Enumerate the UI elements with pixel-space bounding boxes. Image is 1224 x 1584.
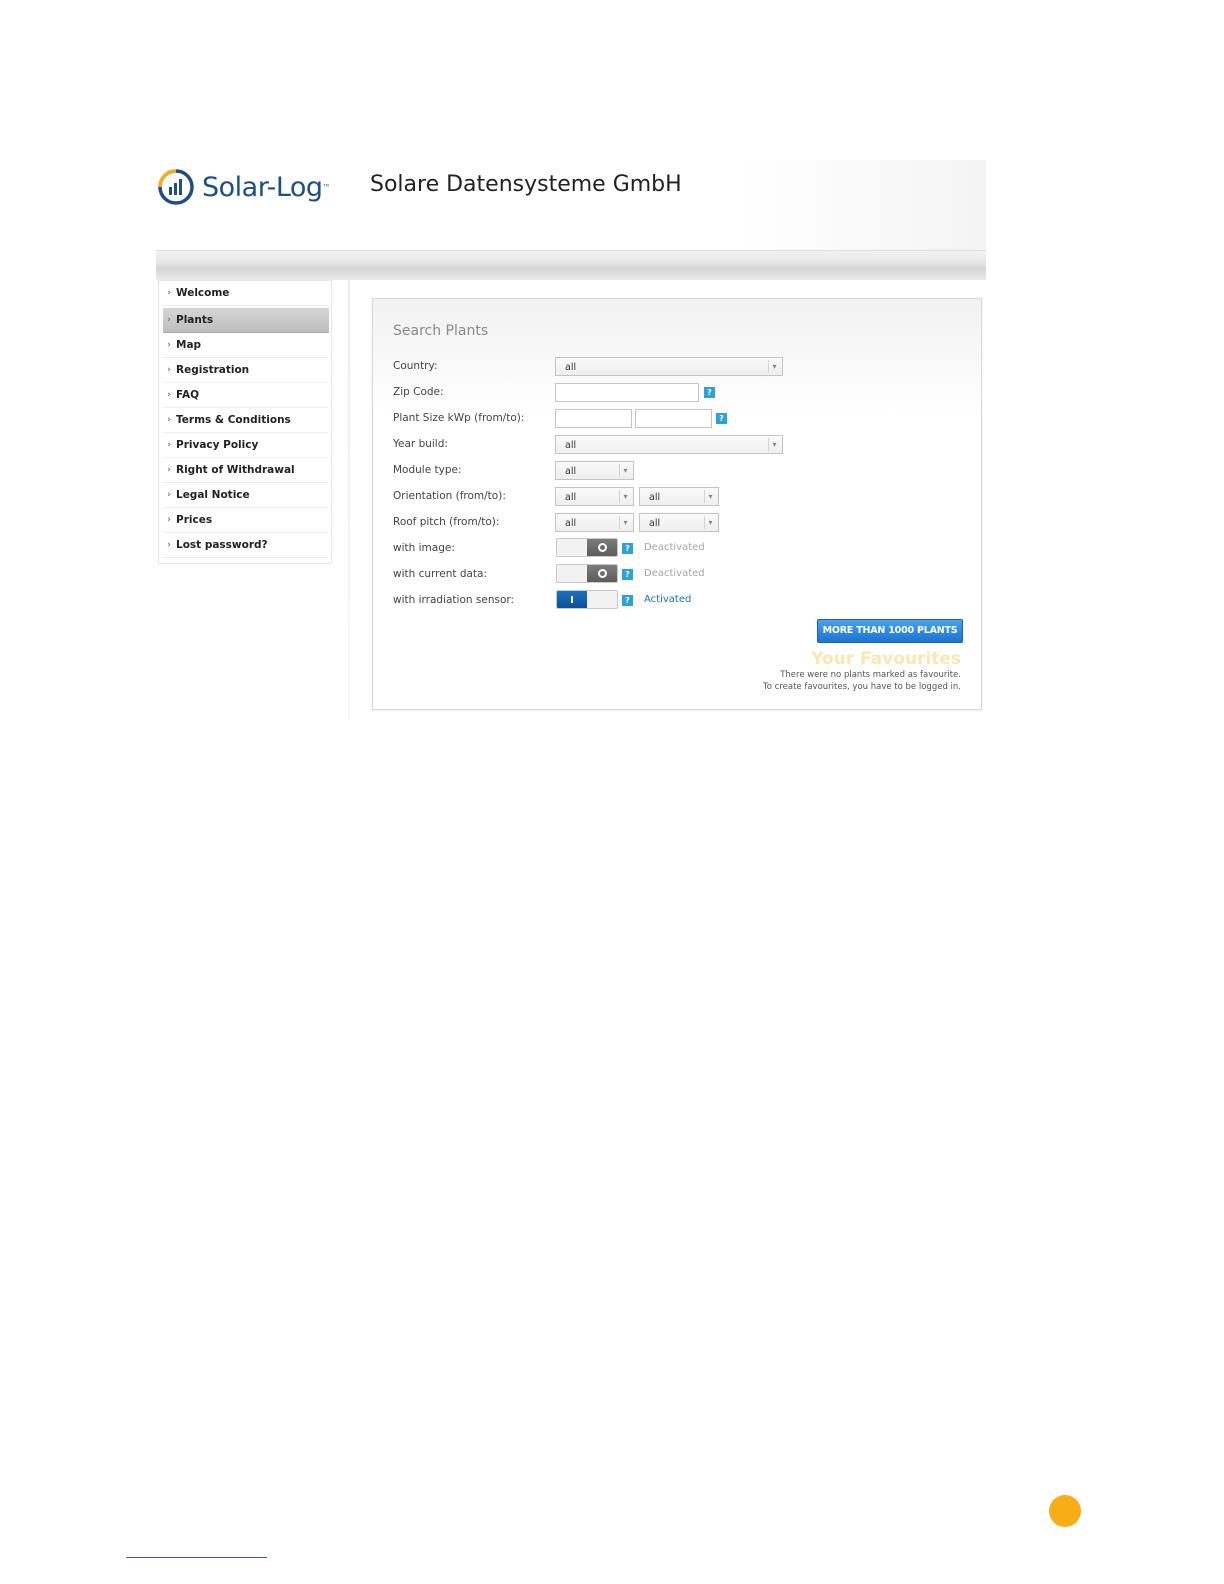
sidebar-item-label: Welcome <box>176 287 230 299</box>
plant-size-from-input[interactable] <box>555 409 632 428</box>
with-current-data-status: Deactivated <box>644 568 705 579</box>
search-plants-panel: Search Plants Country: all ▾ Zip Code: ?… <box>372 298 982 710</box>
sidebar-menu: › Welcome › Plants › Map › Registration … <box>158 280 332 564</box>
logo-trademark: ™ <box>322 182 331 192</box>
roof-pitch-label: Roof pitch (from/to): <box>393 516 500 528</box>
site-header: Solar-Log ™ Solare Datensysteme GmbH <box>156 160 986 252</box>
orientation-to-value: all <box>649 492 661 503</box>
help-icon[interactable]: ? <box>622 543 633 554</box>
logo-mark-icon <box>156 167 196 207</box>
sidebar-item-terms[interactable]: › Terms & Conditions <box>163 408 329 433</box>
chevron-down-icon: ▾ <box>768 360 780 373</box>
help-icon[interactable]: ? <box>622 595 633 606</box>
sidebar-item-faq[interactable]: › FAQ <box>163 383 329 408</box>
orientation-from-select[interactable]: all ▾ <box>555 487 634 506</box>
toggle-off-knob <box>587 565 617 582</box>
sidebar-item-map[interactable]: › Map <box>163 333 329 358</box>
with-current-data-label: with current data: <box>393 568 488 580</box>
sidebar-item-privacy[interactable]: › Privacy Policy <box>163 433 329 458</box>
with-image-label: with image: <box>393 542 455 554</box>
document-page: Solar-Log ™ Solare Datensysteme GmbH › W… <box>0 0 1224 1584</box>
year-build-select[interactable]: all ▾ <box>555 435 783 454</box>
toggle-off-knob <box>587 539 617 556</box>
roof-pitch-to-value: all <box>649 518 661 529</box>
chevron-right-icon: › <box>167 390 171 400</box>
sidebar-item-label: Map <box>176 339 202 351</box>
sidebar-item-label: Prices <box>176 514 213 526</box>
navigation-bar <box>156 250 986 280</box>
sidebar-item-lost-password[interactable]: › Lost password? <box>163 533 329 558</box>
sidebar-item-label: Lost password? <box>176 539 268 551</box>
roof-pitch-from-select[interactable]: all ▾ <box>555 513 634 532</box>
country-label: Country: <box>393 360 438 372</box>
sidebar-item-label: FAQ <box>176 389 200 401</box>
plant-size-label: Plant Size kWp (from/to): <box>393 412 525 424</box>
toggle-on-knob <box>557 591 587 608</box>
zip-code-label: Zip Code: <box>393 386 444 398</box>
with-image-toggle[interactable] <box>556 538 618 557</box>
logo-text: Solar-Log <box>202 171 323 203</box>
orientation-to-select[interactable]: all ▾ <box>639 487 719 506</box>
column-divider <box>348 280 350 720</box>
chevron-down-icon: ▾ <box>619 464 631 477</box>
sidebar-item-label: Privacy Policy <box>176 439 259 451</box>
with-irradiation-sensor-status: Activated <box>644 594 692 605</box>
with-irradiation-sensor-label: with irradiation sensor: <box>393 594 515 606</box>
more-than-1000-plants-button[interactable]: MORE THAN 1000 PLANTS <box>817 619 963 643</box>
favourites-title: Your Favourites <box>811 649 961 669</box>
sidebar-item-prices[interactable]: › Prices <box>163 508 329 533</box>
country-select-value: all <box>565 362 577 373</box>
sidebar-item-label: Registration <box>176 364 250 376</box>
module-type-select[interactable]: all ▾ <box>555 461 634 480</box>
chevron-down-icon: ▾ <box>619 516 631 529</box>
panel-title: Search Plants <box>393 323 489 339</box>
sidebar-item-plants[interactable]: › Plants <box>163 308 329 333</box>
page-marker-dot <box>1049 1495 1081 1527</box>
chevron-right-icon: › <box>167 540 171 550</box>
chevron-right-icon: › <box>167 315 171 325</box>
help-icon[interactable]: ? <box>704 387 715 398</box>
chevron-right-icon: › <box>167 440 171 450</box>
country-select[interactable]: all ▾ <box>555 357 783 376</box>
chevron-down-icon: ▾ <box>704 516 716 529</box>
plant-size-to-input[interactable] <box>635 409 712 428</box>
sidebar-item-withdrawal[interactable]: › Right of Withdrawal <box>163 458 329 483</box>
chevron-right-icon: › <box>167 490 171 500</box>
with-irradiation-sensor-toggle[interactable] <box>556 590 618 609</box>
chevron-right-icon: › <box>167 515 171 525</box>
sidebar-item-label: Right of Withdrawal <box>176 464 295 476</box>
orientation-label: Orientation (from/to): <box>393 490 506 502</box>
solar-log-logo[interactable]: Solar-Log ™ <box>156 166 331 208</box>
sidebar-item-label: Terms & Conditions <box>176 414 291 426</box>
favourites-note: There were no plants marked as favourite… <box>780 670 961 680</box>
module-type-select-value: all <box>565 466 577 477</box>
orientation-from-value: all <box>565 492 577 503</box>
roof-pitch-to-select[interactable]: all ▾ <box>639 513 719 532</box>
chevron-down-icon: ▾ <box>619 490 631 503</box>
footer-link-underline <box>126 1557 267 1558</box>
chevron-right-icon: › <box>167 465 171 475</box>
year-build-select-value: all <box>565 440 577 451</box>
chevron-down-icon: ▾ <box>704 490 716 503</box>
company-name: Solare Datensysteme GmbH <box>370 172 682 197</box>
chevron-right-icon: › <box>167 365 171 375</box>
sidebar-item-registration[interactable]: › Registration <box>163 358 329 383</box>
with-current-data-toggle[interactable] <box>556 564 618 583</box>
chevron-right-icon: › <box>167 288 171 298</box>
help-icon[interactable]: ? <box>716 413 727 424</box>
help-icon[interactable]: ? <box>622 569 633 580</box>
roof-pitch-from-value: all <box>565 518 577 529</box>
sidebar-item-welcome[interactable]: › Welcome <box>163 281 329 306</box>
with-image-status: Deactivated <box>644 542 705 553</box>
chevron-right-icon: › <box>167 415 171 425</box>
zip-code-input[interactable] <box>555 383 699 402</box>
favourites-login-note: To create favourites, you have to be log… <box>763 682 961 692</box>
chevron-right-icon: › <box>167 340 171 350</box>
sidebar-item-legal-notice[interactable]: › Legal Notice <box>163 483 329 508</box>
year-build-label: Year build: <box>393 438 448 450</box>
sidebar-item-label: Legal Notice <box>176 489 250 501</box>
sidebar-item-label: Plants <box>176 314 214 326</box>
module-type-label: Module type: <box>393 464 462 476</box>
chevron-down-icon: ▾ <box>768 438 780 451</box>
